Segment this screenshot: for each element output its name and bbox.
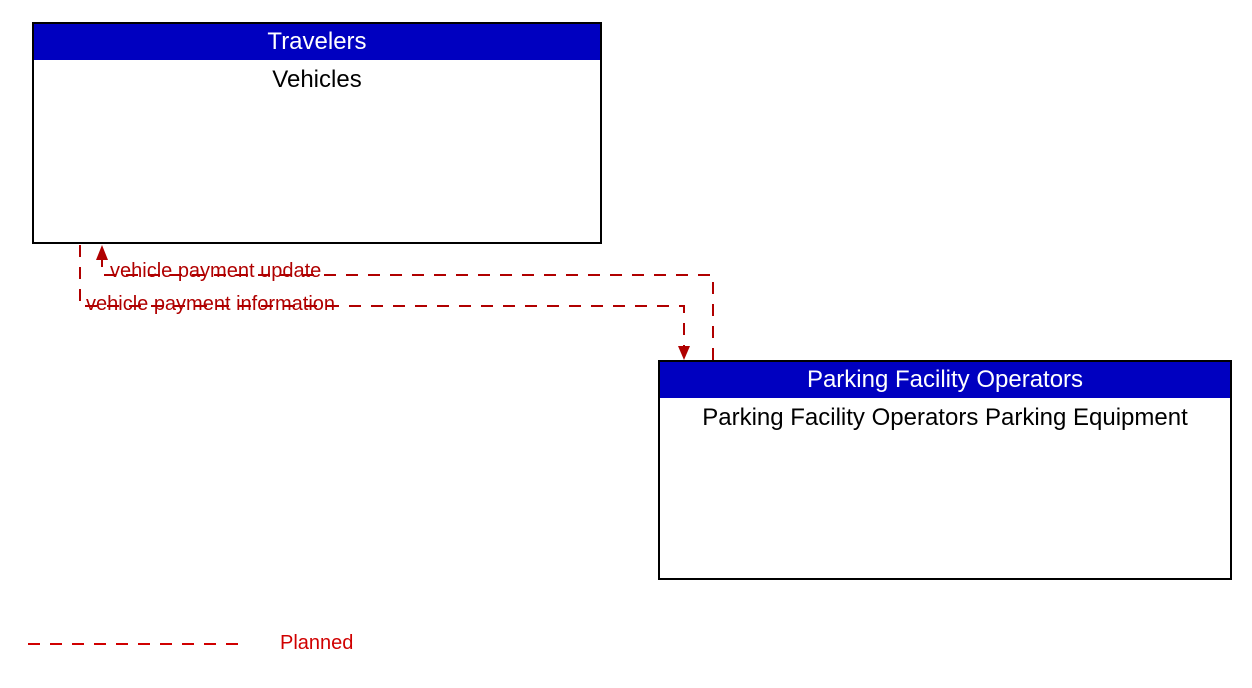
entity-parking: Parking Facility Operators Parking Facil… <box>658 360 1232 580</box>
arrow-head-lower <box>678 346 690 360</box>
entity-parking-body: Parking Facility Operators Parking Equip… <box>660 398 1230 438</box>
flow-label-lower: vehicle payment information <box>82 293 339 316</box>
entity-parking-header: Parking Facility Operators <box>660 362 1230 398</box>
arrow-head-upper <box>96 245 108 260</box>
flow-label-upper: vehicle payment update <box>106 260 325 283</box>
entity-travelers-body: Vehicles <box>34 60 600 100</box>
entity-travelers: Travelers Vehicles <box>32 22 602 244</box>
entity-travelers-header: Travelers <box>34 24 600 60</box>
legend-label-planned: Planned <box>280 632 353 655</box>
